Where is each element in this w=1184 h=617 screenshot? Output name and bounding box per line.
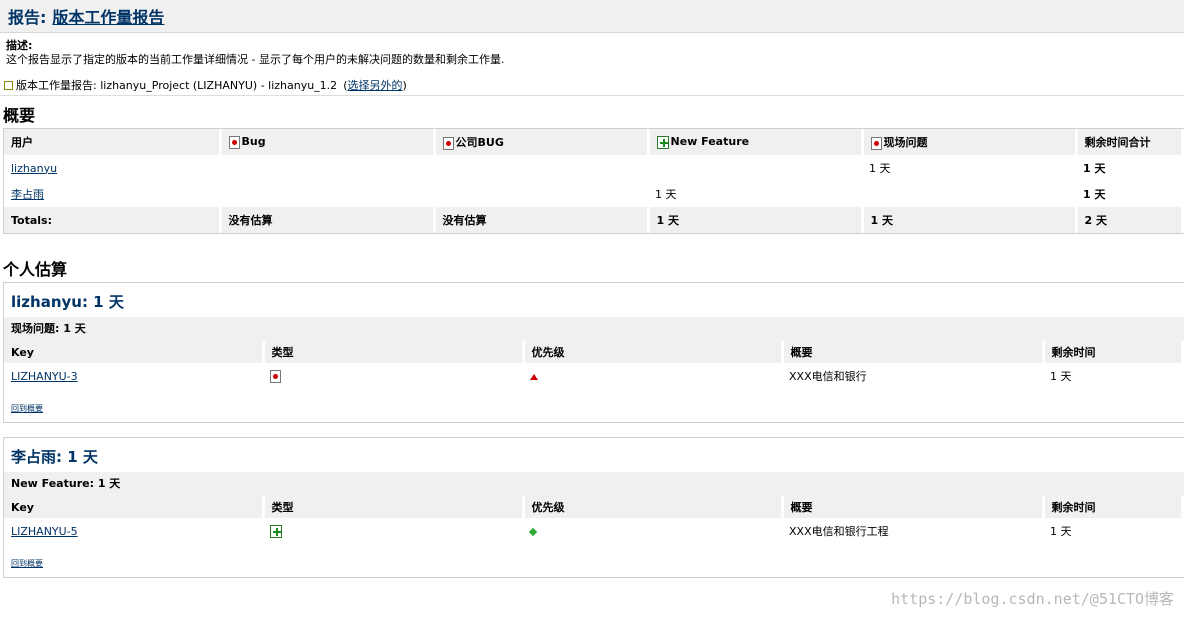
- individual-heading: 个人估算: [3, 260, 68, 279]
- user-estimate-title: 李占雨: 1 天: [11, 448, 98, 466]
- description: 描述: 这个报告显示了指定的版本的当前工作量详细情况 - 显示了每个用户的未解决…: [0, 33, 1184, 69]
- col-field-issue: 现场问题: [862, 129, 1078, 155]
- bullet-square-icon: [4, 80, 13, 90]
- col-remaining: 剩余时间: [1043, 341, 1184, 363]
- issue-summary: XXX电信和银行工程: [789, 525, 889, 538]
- col-company-bug: 公司BUG: [434, 129, 650, 155]
- bug-icon: [228, 135, 240, 149]
- priority-up-icon: [530, 373, 538, 380]
- col-summary: 概要: [782, 496, 1045, 518]
- table-row: LIZHANYU-3 XXX电信和银行 1 天: [4, 363, 1183, 389]
- issues-header-row: Key 类型 优先级 概要 剩余时间: [4, 341, 1184, 363]
- col-key: Key: [4, 341, 265, 363]
- description-text: 这个报告显示了指定的版本的当前工作量详细情况 - 显示了每个用户的未解决问题的数…: [6, 53, 505, 66]
- col-key: Key: [4, 496, 265, 518]
- issue-key-link[interactable]: LIZHANYU-5: [11, 525, 78, 538]
- issues-table: Key 类型 优先级 概要 剩余时间 LIZHANYU-3 XXX电信和银行 1…: [4, 341, 1184, 389]
- col-priority: 优先级: [523, 341, 784, 363]
- back-to-summary-link[interactable]: 回到概要: [11, 559, 43, 568]
- new-feature-icon: [270, 524, 282, 538]
- report-context: 版本工作量报告: lizhanyu_Project (LIZHANYU) - l…: [0, 75, 1184, 96]
- col-type: 类型: [263, 496, 525, 518]
- user-link-lizhanyu[interactable]: lizhanyu: [11, 162, 57, 175]
- issue-remaining: 1 天: [1050, 370, 1072, 383]
- table-row: LIZHANYU-5 XXX电信和银行工程 1 天: [4, 518, 1183, 544]
- page-header: 报告: 版本工作量报告: [0, 0, 1184, 33]
- col-bug: Bug: [220, 129, 436, 155]
- summary-header-row: 用户 Bug 公司BUG New Feature 现场问题 剩余时间合计: [4, 129, 1184, 155]
- col-remaining-total: 剩余时间合计: [1076, 129, 1184, 155]
- new-feature-icon: [656, 135, 669, 149]
- report-context-text: 版本工作量报告: lizhanyu_Project (LIZHANYU) - l…: [16, 79, 338, 92]
- table-row: 李占雨 1 天 1 天: [11, 188, 1106, 201]
- issue-key-link[interactable]: LIZHANYU-3: [11, 370, 78, 383]
- description-label: 描述:: [6, 39, 33, 52]
- col-user: 用户: [4, 129, 222, 155]
- issues-table: Key 类型 优先级 概要 剩余时间 LIZHANYU-5 XXX电信和银行工程…: [4, 496, 1184, 544]
- issues-header-row: Key 类型 优先级 概要 剩余时间: [4, 496, 1184, 518]
- table-row: lizhanyu 1 天 1 天: [11, 161, 1106, 176]
- user-link-lizhanyu-cn[interactable]: 李占雨: [11, 188, 44, 201]
- issue-remaining: 1 天: [1050, 525, 1072, 538]
- user-estimate-title: lizhanyu: 1 天: [11, 293, 124, 311]
- header-prefix: 报告:: [8, 8, 47, 27]
- back-to-summary-link[interactable]: 回到概要: [11, 404, 43, 413]
- col-new-feature: New Feature: [648, 129, 864, 155]
- col-remaining: 剩余时间: [1043, 496, 1184, 518]
- user-estimate-section: lizhanyu: 1 天 现场问题: 1 天 Key 类型 优先级 概要 剩余…: [3, 282, 1184, 423]
- report-title-link[interactable]: 版本工作量报告: [52, 4, 164, 28]
- priority-down-icon: [528, 527, 538, 536]
- summary-table: 用户 Bug 公司BUG New Feature 现场问题 剩余时间合计 liz…: [4, 129, 1184, 233]
- bug-icon: [442, 136, 454, 150]
- col-type: 类型: [263, 341, 525, 363]
- totals-row: Totals: 没有估算 没有估算 1 天 1 天 2 天: [4, 207, 1184, 233]
- bug-icon: [270, 369, 281, 383]
- choose-other-link[interactable]: 选择另外的: [347, 79, 402, 92]
- issue-group-header: 现场问题: 1 天: [4, 317, 1184, 341]
- summary-box: 用户 Bug 公司BUG New Feature 现场问题 剩余时间合计 liz…: [3, 128, 1184, 234]
- col-priority: 优先级: [523, 496, 784, 518]
- issue-summary: XXX电信和银行: [789, 370, 867, 383]
- issue-group-header: New Feature: 1 天: [4, 472, 1184, 496]
- bug-icon: [870, 136, 882, 150]
- user-estimate-section: 李占雨: 1 天 New Feature: 1 天 Key 类型 优先级 概要 …: [3, 437, 1184, 578]
- col-summary: 概要: [782, 341, 1045, 363]
- summary-heading: 概要: [3, 106, 36, 125]
- watermark: https://blog.csdn.net/@51CTO博客: [891, 590, 1174, 608]
